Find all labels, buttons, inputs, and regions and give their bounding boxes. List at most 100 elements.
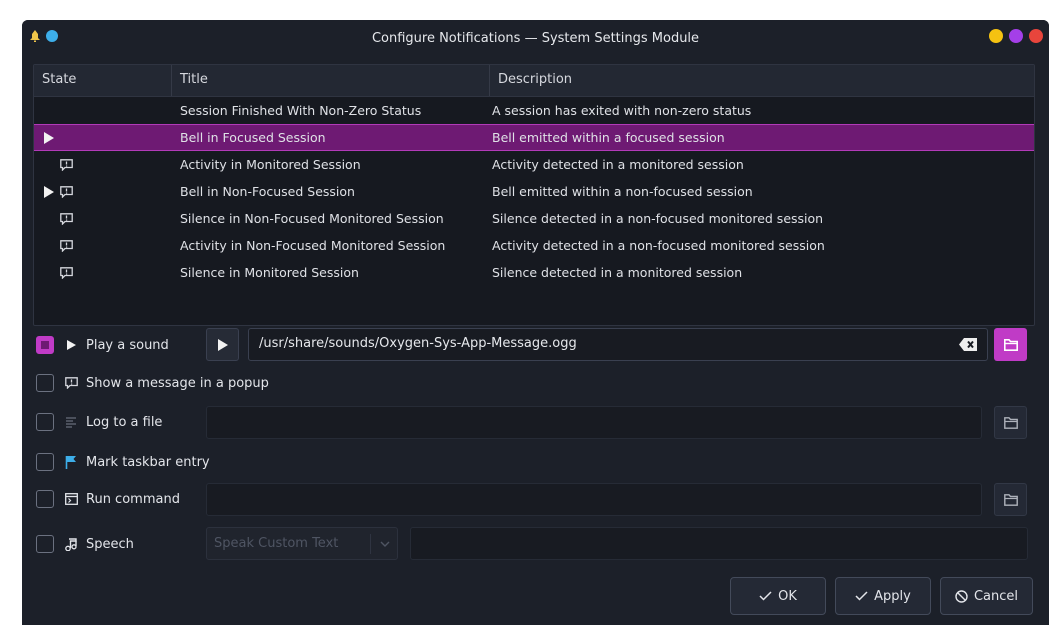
row-description: Silence detected in a non-focused monito… [492,211,824,226]
titlebar-left-icons [30,30,58,42]
speech-text-input[interactable] [410,527,1028,560]
apply-label: Apply [874,588,911,604]
log-file-label: Log to a file [86,414,163,430]
row-description: A session has exited with non-zero statu… [492,103,752,118]
row-title: Session Finished With Non-Zero Status [180,103,422,118]
message-icon [60,158,73,172]
row-description: Silence detected in a monitored session [492,265,743,280]
folder-icon [1003,338,1018,351]
flag-icon [64,455,78,469]
row-state [34,266,172,280]
table-row[interactable]: Bell in Focused Session Bell emitted with… [34,124,1034,151]
play-icon [217,338,228,351]
chevron-down-icon [380,541,390,547]
check-icon [855,591,868,601]
ok-label: OK [778,588,797,604]
play-icon [64,338,78,352]
play-icon [44,131,54,144]
run-command-input[interactable] [206,483,982,516]
message-icon [60,239,73,253]
message-icon [64,376,78,390]
column-header-description[interactable]: Description [490,65,1034,96]
row-title: Activity in Non-Focused Monitored Sessio… [180,238,446,253]
row-state [34,212,172,226]
speech-checkbox[interactable] [36,535,54,553]
folder-icon [1003,416,1018,429]
browse-command-button[interactable] [994,483,1027,516]
option-run-command[interactable]: Run command [36,490,180,508]
row-description: Activity detected in a monitored session [492,157,744,172]
table-row[interactable]: Silence in Non-Focused Monitored Session… [34,205,1034,232]
table-row[interactable]: Activity in Monitored Session Activity de… [34,151,1034,178]
cancel-label: Cancel [973,588,1019,604]
option-log-file[interactable]: Log to a file [36,413,162,431]
clear-text-icon[interactable] [959,338,977,351]
apply-button[interactable]: Apply [835,577,931,615]
browse-sound-button[interactable] [994,328,1027,361]
cancel-icon [955,589,968,603]
log-icon [64,415,78,429]
close-button[interactable] [1029,29,1043,43]
title-bar[interactable]: Configure Notifications — System Setting… [22,20,1049,56]
minimize-button[interactable] [989,29,1003,43]
row-title: Activity in Monitored Session [180,157,361,172]
combo-separator [370,534,371,554]
option-popup[interactable]: Show a message in a popup [36,374,269,392]
log-file-checkbox[interactable] [36,413,54,431]
table-row[interactable]: Bell in Non-Focused Session Bell emitted … [34,178,1034,205]
sound-file-path: /usr/share/sounds/Oxygen-Sys-App-Message… [259,336,577,351]
message-icon [60,185,73,199]
events-table[interactable]: State Title Description Session Finished… [33,64,1035,326]
option-play-sound[interactable]: Play a sound [36,336,169,354]
speech-mode-select[interactable]: Speak Custom Text [206,527,398,560]
window-controls [989,29,1043,43]
message-icon [60,212,73,226]
play-sound-label: Play a sound [86,337,169,353]
terminal-icon [64,492,78,506]
option-speech[interactable]: Speech [36,535,134,553]
row-state [34,131,172,144]
taskbar-label: Mark taskbar entry [86,454,210,470]
folder-icon [1003,493,1018,506]
check-icon [759,591,772,601]
popup-checkbox[interactable] [36,374,54,392]
row-description: Activity detected in a non-focused monit… [492,238,825,253]
taskbar-checkbox[interactable] [36,453,54,471]
column-header-title[interactable]: Title [172,65,490,96]
play-icon [44,185,54,198]
table-header: State Title Description [34,65,1034,97]
play-sound-checkbox[interactable] [36,336,54,354]
speech-mode-value: Speak Custom Text [214,536,339,551]
message-icon [60,266,73,280]
popup-label: Show a message in a popup [86,375,269,391]
maximize-button[interactable] [1009,29,1023,43]
table-row[interactable]: Silence in Monitored Session Silence dete… [34,259,1034,286]
cancel-button[interactable]: Cancel [940,577,1033,615]
sound-file-input[interactable]: /usr/share/sounds/Oxygen-Sys-App-Message… [248,328,988,361]
table-row[interactable]: Activity in Non-Focused Monitored Sessio… [34,232,1034,259]
option-taskbar[interactable]: Mark taskbar entry [36,453,210,471]
row-state [34,158,172,172]
speech-label: Speech [86,536,134,552]
run-command-checkbox[interactable] [36,490,54,508]
row-title: Bell in Non-Focused Session [180,184,355,199]
row-state [34,239,172,253]
row-title: Silence in Monitored Session [180,265,359,280]
window-title: Configure Notifications — System Setting… [371,30,700,46]
row-title: Bell in Focused Session [180,130,326,145]
table-body: Session Finished With Non-Zero Status A s… [34,97,1034,286]
run-command-label: Run command [86,491,180,507]
table-row[interactable]: Session Finished With Non-Zero Status A s… [34,97,1034,124]
bell-icon [30,30,40,42]
column-header-state[interactable]: State [34,65,172,96]
music-icon [64,537,78,551]
row-description: Bell emitted within a non-focused sessio… [492,184,753,199]
ok-button[interactable]: OK [730,577,826,615]
row-title: Silence in Non-Focused Monitored Session [180,211,444,226]
log-file-input[interactable] [206,406,982,439]
notification-dialog: Configure Notifications — System Setting… [22,20,1049,625]
browse-log-button[interactable] [994,406,1027,439]
pin-icon[interactable] [46,30,58,42]
preview-sound-button[interactable] [206,328,239,361]
row-state [34,185,172,199]
